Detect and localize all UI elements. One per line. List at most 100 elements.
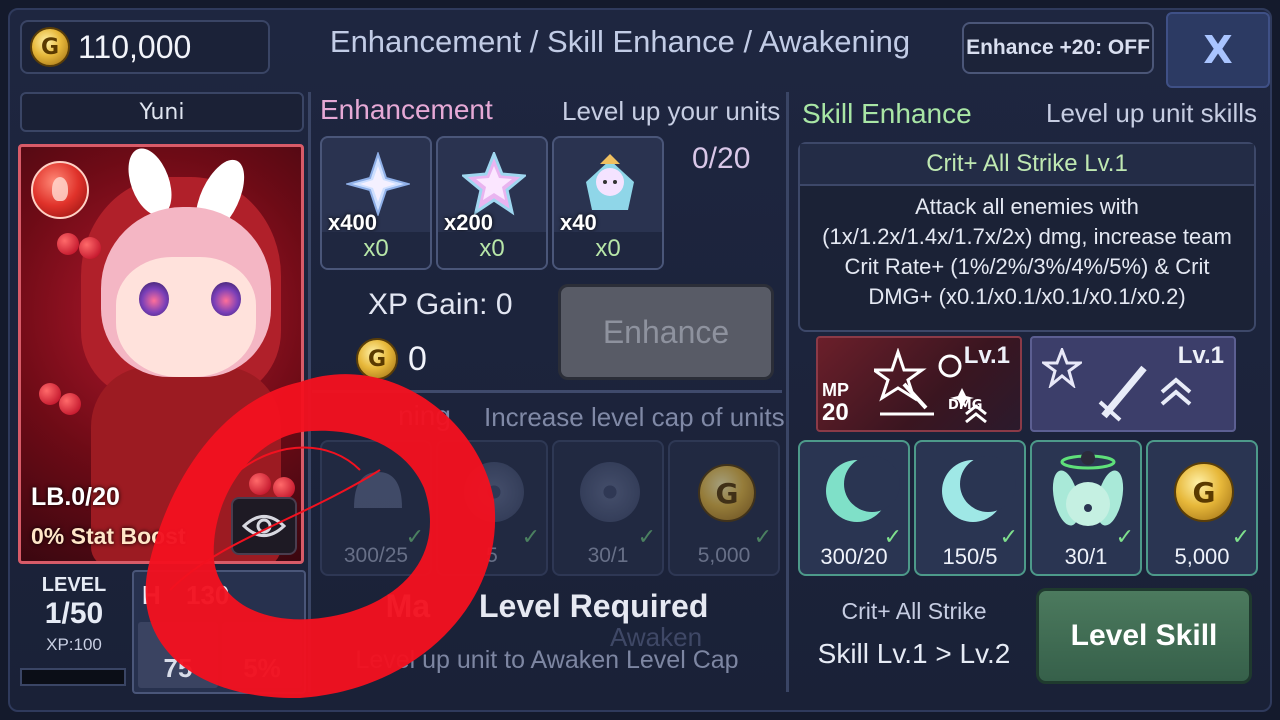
mp-label: MP xyxy=(822,380,849,400)
gold-amount: 110,000 xyxy=(78,28,192,65)
skill-card-title: Crit+ All Strike Lv.1 xyxy=(800,144,1254,186)
passive-skill-icon[interactable]: Lv.1 xyxy=(1030,336,1236,432)
column-divider xyxy=(786,92,789,692)
character-eye-left xyxy=(139,282,169,316)
bunny-orb-icon xyxy=(1052,451,1124,526)
close-button[interactable]: X xyxy=(1166,12,1270,88)
check-icon: ✓ xyxy=(1231,525,1250,550)
magic-wand-icon xyxy=(874,348,934,416)
xp-bar xyxy=(20,668,126,686)
skill-requirement: 30/1 ✓ xyxy=(1030,440,1142,576)
gold-coin-icon: G xyxy=(698,464,756,522)
stat-panel: H 130 75 5% xyxy=(132,570,306,694)
gold-coin-icon: G xyxy=(356,338,398,380)
awakening-requirement: 300/25 ✓ xyxy=(320,440,432,576)
character-face xyxy=(116,257,256,377)
level-label: LEVEL xyxy=(41,574,107,596)
skill-requirement: 150/5 ✓ xyxy=(914,440,1026,576)
double-moon-icon xyxy=(942,456,1016,522)
hp-label: H xyxy=(142,580,161,610)
enhance-cost-value: 0 xyxy=(408,339,427,378)
material-count: x0 xyxy=(322,232,430,268)
awakening-requirement: 30/1 ✓ xyxy=(552,440,664,576)
disc-icon xyxy=(464,462,524,522)
unit-name: Yuni xyxy=(20,92,304,132)
gold-coin-icon: G xyxy=(1174,462,1234,522)
enhancement-title: Enhancement xyxy=(320,94,493,125)
stat-boost-text: 0% Stat Boost xyxy=(31,523,186,549)
check-icon: ✓ xyxy=(1115,525,1134,550)
crescent-moon-icon xyxy=(826,456,900,522)
unit-portrait: LB.0/20 0% Stat Boost xyxy=(18,144,304,564)
material-slot[interactable]: x40 x0 xyxy=(552,136,664,270)
skill-level-change: Skill Lv.1 > Lv.2 xyxy=(817,638,1011,669)
star-badge-icon xyxy=(1042,348,1082,388)
hp-value: 130 xyxy=(186,580,230,610)
gold-coin-icon: G xyxy=(30,27,70,67)
check-icon: ✓ xyxy=(999,525,1018,550)
cherry-icon xyxy=(57,233,79,255)
xp-gain-text: XP Gain: 0 xyxy=(368,288,513,321)
required-title-a: Ma xyxy=(385,588,431,624)
level-value: 1/50 xyxy=(44,597,104,630)
skill-requirement: 300/20 ✓ xyxy=(798,440,910,576)
material-slot[interactable]: x200 x0 xyxy=(436,136,548,270)
skill-level: Lv.1 xyxy=(963,342,1010,369)
check-icon: ✓ xyxy=(753,525,772,550)
skill-description: Attack all enemies with (1x/1.2x/1.4x/1.… xyxy=(822,194,1232,309)
cherry-icon xyxy=(273,477,295,499)
winged-disc-icon xyxy=(580,462,640,522)
cherry-icon xyxy=(79,237,101,259)
skill-enhance-title: Skill Enhance xyxy=(802,98,972,129)
small-star-gem-icon xyxy=(346,152,410,216)
enhance-button[interactable]: Enhance xyxy=(558,284,774,380)
close-icon: X xyxy=(1203,28,1233,72)
section-divider xyxy=(312,390,782,393)
skill-name-text: Crit+ All Strike xyxy=(841,598,987,624)
material-slot[interactable]: x400 x0 xyxy=(320,136,432,270)
max-level-required-text: Ma Level Required xyxy=(312,588,782,625)
required-title-b: Level Required xyxy=(478,588,709,624)
skill-requirement: G 5,000 ✓ xyxy=(1146,440,1258,576)
check-icon: ✓ xyxy=(405,525,424,550)
material-count: x0 xyxy=(438,232,546,268)
awakening-requirement: G 5,000 ✓ xyxy=(668,440,780,576)
skill-level: Lv.1 xyxy=(1177,342,1224,369)
required-subtext: Level up unit to Awaken Level Cap xyxy=(355,646,739,674)
check-icon: ✓ xyxy=(637,525,656,550)
active-skill-icon[interactable]: DMG Lv.1 MP 20 xyxy=(816,336,1022,432)
rainbow-star-icon xyxy=(462,152,526,216)
mp-cost: MP 20 xyxy=(822,380,849,426)
character-eye-right xyxy=(211,282,241,316)
enhance-plus20-toggle[interactable]: Enhance +20: OFF xyxy=(962,22,1154,74)
material-counter: 0/20 xyxy=(692,142,751,175)
gold-display: G 110,000 xyxy=(20,20,270,74)
skill-enhance-subtitle: Level up unit skills xyxy=(1046,98,1257,128)
cherry-icon xyxy=(249,473,271,495)
bell-icon xyxy=(354,472,402,508)
enhancement-subtitle: Level up your units xyxy=(562,96,781,126)
crit-stat: 5% xyxy=(222,622,302,688)
angel-doll-icon xyxy=(586,154,634,210)
attack-stat: 75 xyxy=(138,622,218,688)
eye-icon xyxy=(242,515,286,537)
cherry-icon xyxy=(59,393,81,415)
enhance-cost: G 0 xyxy=(356,338,427,380)
page-title: Enhancement / Skill Enhance / Awakening xyxy=(329,24,911,59)
skill-card: Crit+ All Strike Lv.1 Attack all enemies… xyxy=(798,142,1256,332)
limit-break-text: LB.0/20 xyxy=(31,483,120,511)
check-icon: ✓ xyxy=(521,525,540,550)
fire-element-icon xyxy=(31,161,89,219)
awakening-title: ning xyxy=(398,400,451,431)
material-count: x0 xyxy=(554,232,662,268)
view-unit-button[interactable] xyxy=(231,497,297,555)
hp-stat: H 130 xyxy=(142,580,229,611)
check-icon: ✓ xyxy=(883,525,902,550)
level-skill-button[interactable]: Level Skill xyxy=(1036,588,1252,684)
xp-text: XP:100 xyxy=(46,635,102,654)
mp-value: 20 xyxy=(822,399,849,426)
dmg-tag: DMG xyxy=(948,398,983,413)
column-divider xyxy=(308,92,311,692)
awakening-subtitle: Increase level cap of units xyxy=(484,402,785,432)
cherry-icon xyxy=(39,383,61,405)
